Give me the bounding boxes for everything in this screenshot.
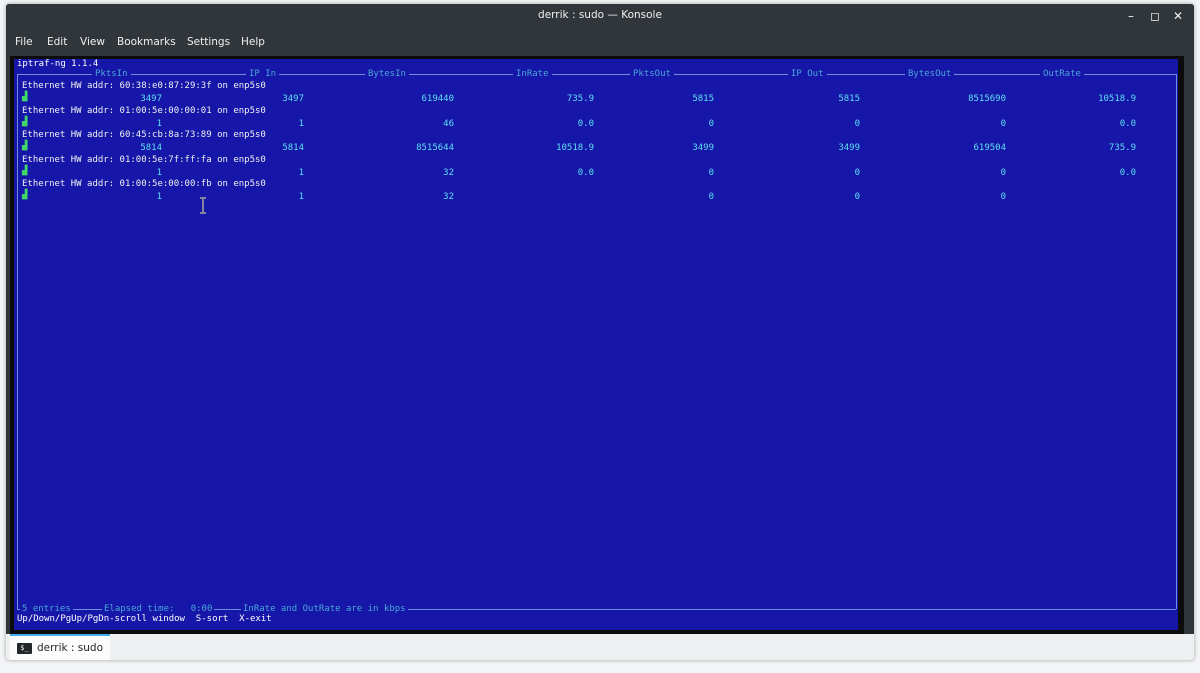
entry-marker-icon: ▟ xyxy=(22,141,28,151)
entry-value-ip-in: 1 xyxy=(298,118,304,129)
title-bar[interactable]: derrik : sudo — Konsole – ◻ ✕ xyxy=(6,4,1194,28)
menu-bookmarks[interactable]: Bookmarks xyxy=(117,34,176,50)
entry-address: Ethernet HW addr: 60:45:cb:8a:73:89 on e… xyxy=(22,130,266,140)
entry-value-pktsout: 0 xyxy=(708,118,714,129)
entry-address: Ethernet HW addr: 60:38:e0:87:29:3f on e… xyxy=(22,81,266,91)
entry-value-outrate: 0.0 xyxy=(1119,118,1136,129)
col-header-pktsin: PktsIn xyxy=(92,69,131,80)
entry-value-bytesin: 8515644 xyxy=(416,143,454,153)
terminal-icon: $_ xyxy=(17,643,32,654)
entry-value-pktsout: 5815 xyxy=(692,94,714,104)
entry-value-bytesout: 0 xyxy=(1000,192,1006,202)
menu-edit[interactable]: Edit xyxy=(47,34,67,50)
entry-value-pktsout: 0 xyxy=(708,167,714,178)
entry-value-ip-out: 5815 xyxy=(838,94,860,104)
entry-marker-icon: ▟ xyxy=(22,92,28,102)
window-title: derrik : sudo — Konsole xyxy=(538,9,662,21)
entry-address: Ethernet HW addr: 01:00:5e:7f:ff:fa on e… xyxy=(22,154,266,165)
entry-value-ip-out: 0 xyxy=(854,167,860,178)
col-header-pktsout: PktsOut xyxy=(630,69,674,80)
entry-value-ip-in: 5814 xyxy=(282,143,304,153)
entry-value-pktsin: 1 xyxy=(156,167,162,178)
entry-value-pktsout: 0 xyxy=(708,192,714,202)
entry-value-pktsout: 3499 xyxy=(692,143,714,153)
col-header-outrate: OutRate xyxy=(1040,69,1084,80)
entry-value-bytesout: 619504 xyxy=(973,143,1006,153)
entry-value-ip-in: 1 xyxy=(298,167,304,178)
entry-value-bytesout: 0 xyxy=(1000,167,1006,178)
entry-value-pktsin: 3497 xyxy=(140,94,162,104)
menu-view[interactable]: View xyxy=(80,34,105,50)
tab-label: derrik : sudo xyxy=(37,642,103,654)
entry-value-bytesout: 8515690 xyxy=(968,94,1006,104)
entry-value-bytesin: 32 xyxy=(443,192,454,202)
box-top-border xyxy=(17,74,1176,75)
col-header-inrate: InRate xyxy=(513,69,552,80)
close-icon[interactable]: ✕ xyxy=(1169,7,1187,25)
entry-value-outrate: 0.0 xyxy=(1119,167,1136,178)
entry-marker-icon: ▟ xyxy=(22,116,28,127)
minimize-icon[interactable]: – xyxy=(1122,7,1140,25)
box-left-border xyxy=(17,74,18,609)
entry-value-ip-out: 0 xyxy=(854,118,860,129)
entry-value-ip-out: 3499 xyxy=(838,143,860,153)
entry-value-bytesin: 32 xyxy=(443,167,454,178)
text-cursor-icon xyxy=(200,197,206,214)
entry-value-pktsin: 1 xyxy=(156,192,162,202)
menu-help[interactable]: Help xyxy=(241,34,265,50)
menu-bar: File Edit View Bookmarks Settings Help xyxy=(6,34,1194,54)
app-title: iptraf-ng 1.1.4 xyxy=(17,59,99,69)
entry-value-pktsin: 5814 xyxy=(140,143,162,153)
entry-value-bytesin: 46 xyxy=(443,118,454,129)
tab-bar: $_ derrik : sudo xyxy=(6,634,1194,660)
iptraf-screen: iptraf-ng 1.1.4 PktsIn IP In BytesIn InR… xyxy=(14,59,1178,630)
col-header-ipin: IP In xyxy=(246,69,280,80)
entry-address: Ethernet HW addr: 01:00:5e:00:00:01 on e… xyxy=(22,105,266,116)
entry-value-ip-in: 3497 xyxy=(282,94,304,104)
tab-derrik-sudo[interactable]: $_ derrik : sudo xyxy=(10,634,110,660)
entry-value-inrate: 10518.9 xyxy=(556,143,594,153)
entry-value-bytesin: 619440 xyxy=(421,94,454,104)
entry-value-outrate: 10518.9 xyxy=(1098,94,1136,104)
konsole-window: derrik : sudo — Konsole – ◻ ✕ File Edit … xyxy=(6,4,1194,660)
help-text: Up/Down/PgUp/PgDn-scroll window S-sort X… xyxy=(17,614,272,624)
entry-value-inrate: 0.0 xyxy=(577,118,594,129)
help-bar: Up/Down/PgUp/PgDn-scroll window S-sort X… xyxy=(14,613,1178,625)
box-right-border xyxy=(1176,74,1177,609)
entry-value-outrate: 735.9 xyxy=(1108,143,1136,153)
entry-value-inrate: 735.9 xyxy=(566,94,594,104)
entry-value-inrate: 0.0 xyxy=(577,167,594,178)
entry-value-ip-out: 0 xyxy=(854,192,860,202)
col-header-ipout: IP Out xyxy=(788,69,827,80)
entry-value-pktsin: 1 xyxy=(156,118,162,129)
maximize-icon[interactable]: ◻ xyxy=(1146,7,1164,25)
col-header-bytesin: BytesIn xyxy=(365,69,409,80)
entry-address: Ethernet HW addr: 01:00:5e:00:00:fb on e… xyxy=(22,179,266,189)
entry-marker-icon: ▟ xyxy=(22,165,28,176)
terminal-view[interactable]: iptraf-ng 1.1.4 PktsIn IP In BytesIn InR… xyxy=(10,56,1184,634)
entry-value-bytesout: 0 xyxy=(1000,118,1006,129)
col-header-bytesout: BytesOut xyxy=(905,69,955,80)
menu-file[interactable]: File xyxy=(15,34,33,50)
entry-marker-icon: ▟ xyxy=(22,190,28,200)
entry-value-ip-in: 1 xyxy=(298,192,304,202)
menu-settings[interactable]: Settings xyxy=(187,34,230,50)
